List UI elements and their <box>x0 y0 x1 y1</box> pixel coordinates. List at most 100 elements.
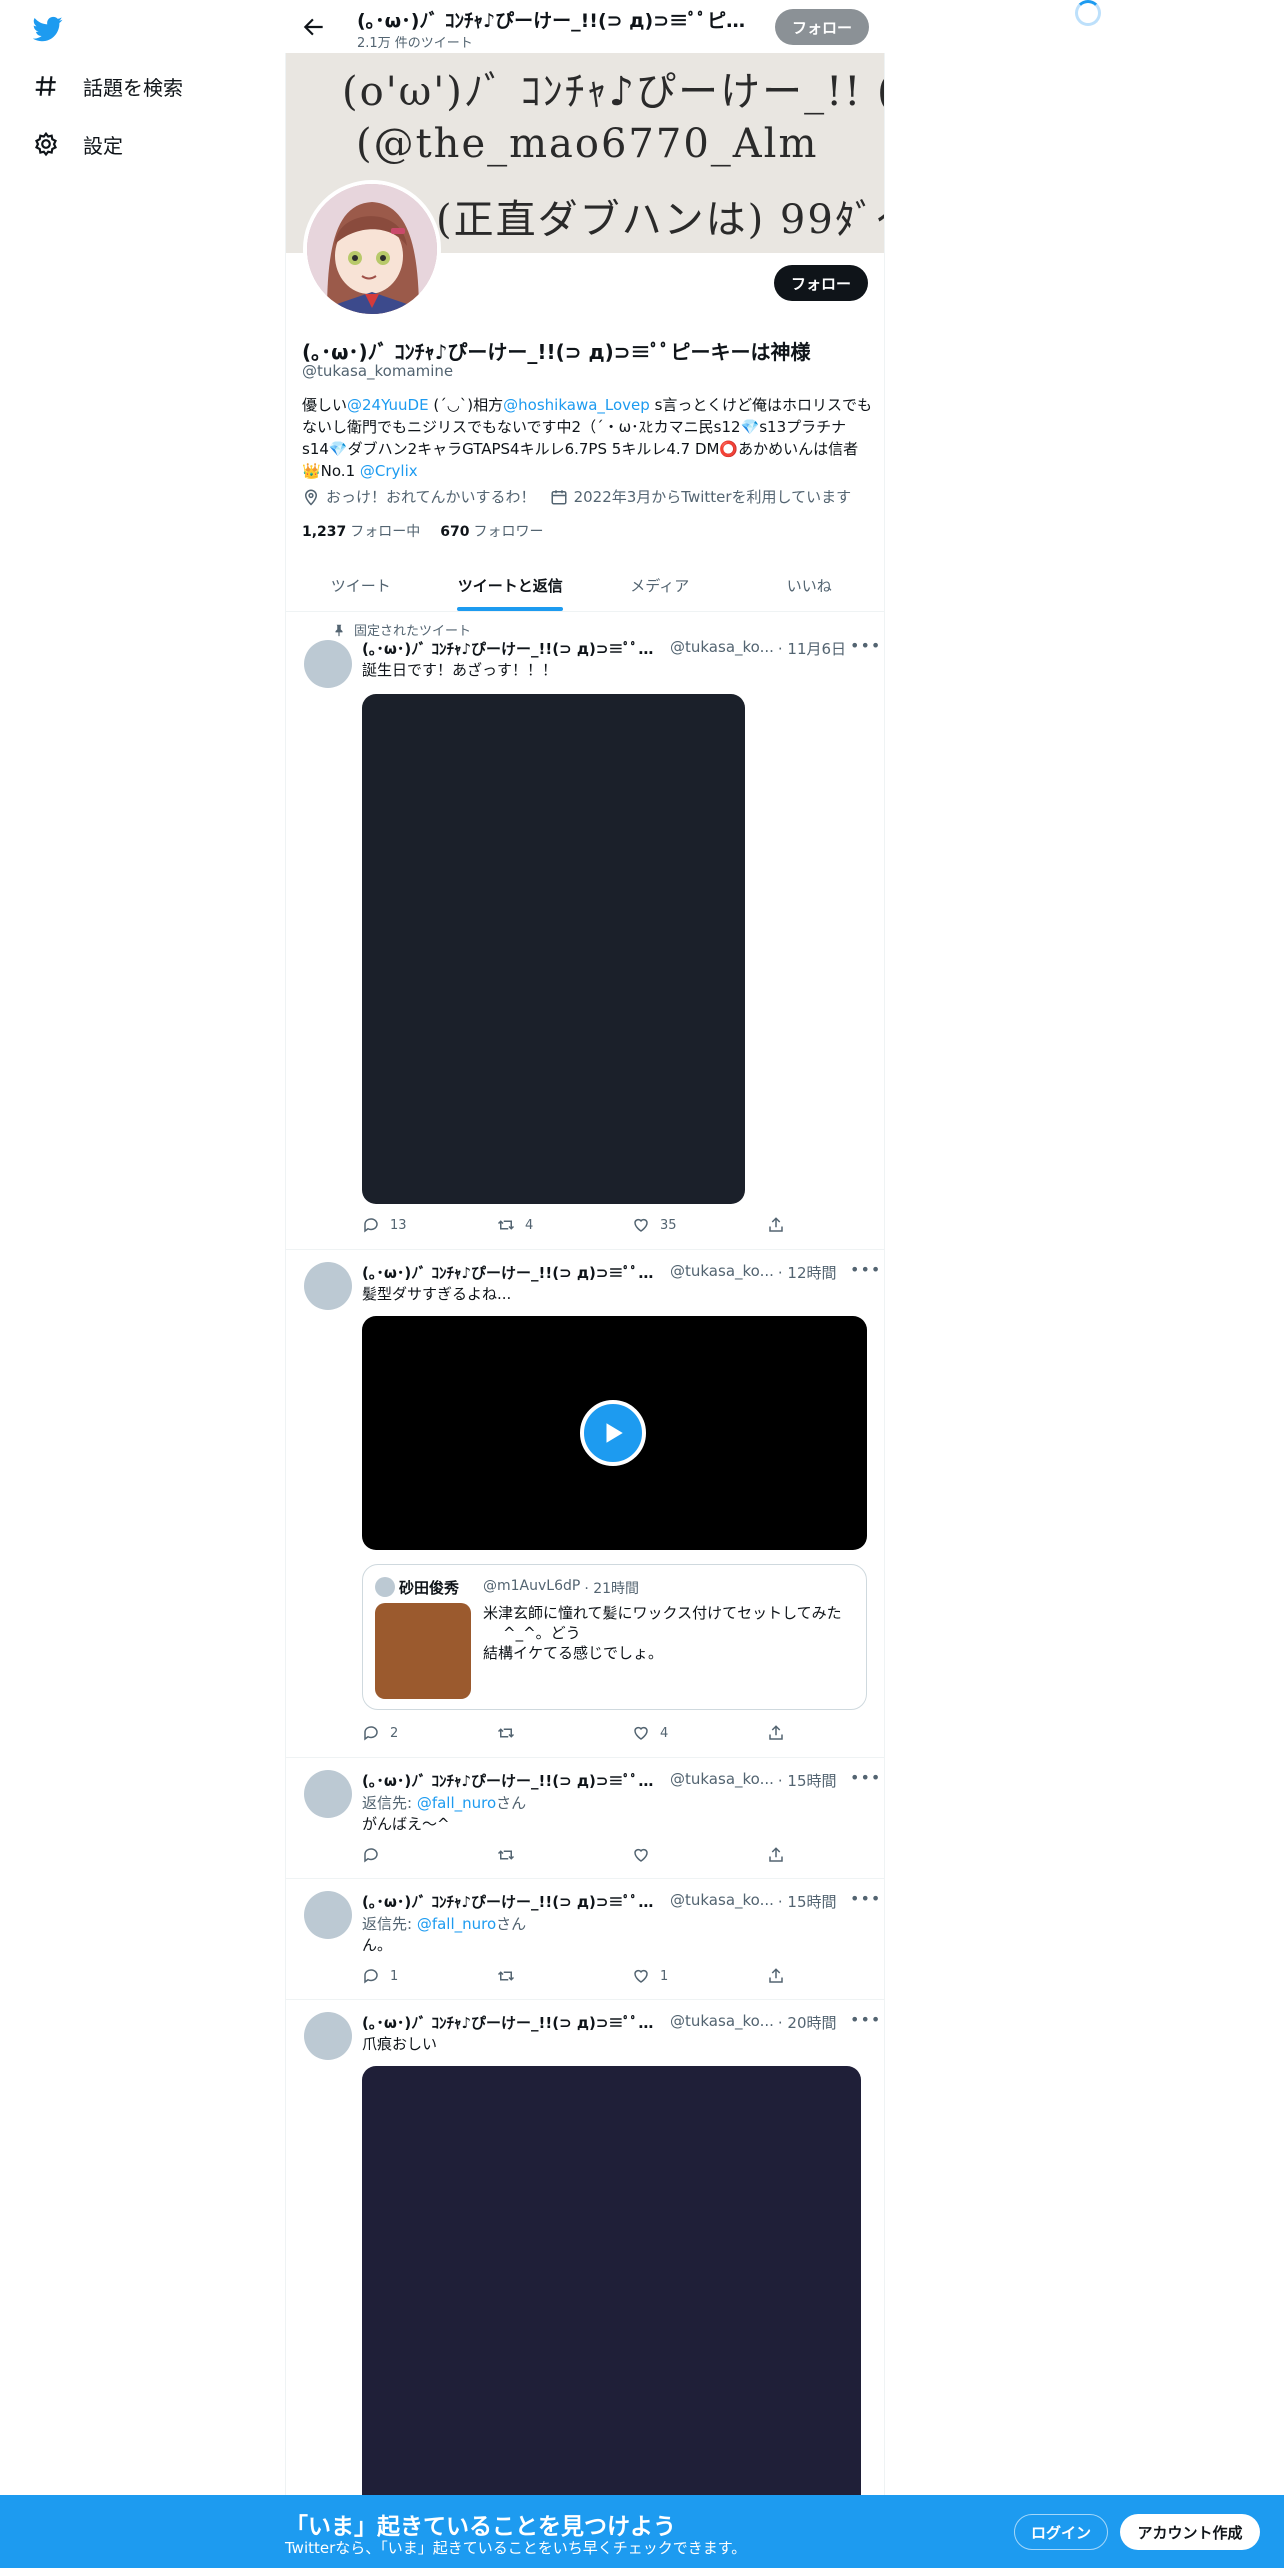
tweet-item[interactable]: (｡･ω･)ﾉﾞ ｺﾝﾁｬ♪ぴーけー_!!(⊃ д)⊃≡ﾟﾟピ... @tuka… <box>286 2000 884 2568</box>
sidebar-item-settings[interactable]: 設定 <box>33 124 123 164</box>
play-button[interactable] <box>580 1400 646 1466</box>
profile-joined: 2022年3月からTwitterを利用しています <box>550 486 851 507</box>
followers-label: フォロワー <box>473 524 544 540</box>
tweet-header: (｡･ω･)ﾉﾞ ｺﾝﾁｬ♪ぴーけー_!!(⊃ д)⊃≡ﾟﾟピ... @tuka… <box>362 1770 862 1791</box>
header-follow-button[interactable]: フォロー <box>775 9 869 45</box>
tweet-time[interactable]: · 15時間 <box>778 1891 837 1912</box>
tab-tweets[interactable]: ツイート <box>286 560 436 611</box>
play-icon <box>606 1423 623 1443</box>
retweet-icon <box>497 1971 515 1981</box>
tweet-author-handle[interactable]: @tukasa_ko... <box>670 1770 774 1791</box>
header-tweet-count: 2.1万 件のツイート <box>357 36 473 51</box>
tweet-avatar[interactable] <box>304 1262 352 1310</box>
tweet-author-handle[interactable]: @tukasa_ko... <box>670 2012 774 2033</box>
quote-avatar <box>375 1577 395 1597</box>
tweet-avatar[interactable] <box>304 1770 352 1818</box>
profile-stats: 1,237 フォロー中 670 フォロワー <box>302 521 544 541</box>
follow-button[interactable]: フォロー <box>774 265 868 301</box>
tweet-author-name[interactable]: (｡･ω･)ﾉﾞ ｺﾝﾁｬ♪ぴーけー_!!(⊃ д)⊃≡ﾟﾟピ... <box>362 1770 662 1791</box>
tweet-time[interactable]: · 20時間 <box>778 2012 837 2033</box>
bio-mention-link[interactable]: @24YuuDE <box>347 396 429 414</box>
reply-button[interactable]: 1 <box>362 1967 457 1985</box>
reply-suffix: さん <box>496 1915 527 1933</box>
tweet-author-name[interactable]: (｡･ω･)ﾉﾞ ｺﾝﾁｬ♪ぴーけー_!!(⊃ д)⊃≡ﾟﾟピ... <box>362 638 662 659</box>
more-options-icon[interactable]: ••• <box>850 636 880 655</box>
tweet-avatar[interactable] <box>304 640 352 688</box>
back-arrow-icon[interactable] <box>301 14 327 40</box>
banner-text-line: (正直ダブハンは) 99ﾀﾞｲﾛ ( <box>436 197 884 243</box>
followers-link[interactable]: 670 フォロワー <box>440 521 543 541</box>
retweet-button[interactable]: 4 <box>497 1216 592 1234</box>
like-button[interactable]: 1 <box>632 1967 727 1985</box>
following-link[interactable]: 1,237 フォロー中 <box>302 521 420 541</box>
retweet-button[interactable] <box>497 1724 592 1742</box>
reply-count: 13 <box>390 1217 407 1233</box>
quoted-tweet[interactable]: 砂田俊秀 @m1AuvL6dP · 21時間 米津玄師に憧れて髪にワックス付けて… <box>362 1564 867 1710</box>
reply-button[interactable]: 2 <box>362 1724 457 1742</box>
tab-likes[interactable]: いいね <box>735 560 885 611</box>
tweet-avatar[interactable] <box>304 1891 352 1939</box>
sidebar-item-explore[interactable]: 話題を検索 <box>33 66 183 106</box>
tab-media[interactable]: メディア <box>585 560 735 611</box>
tweet-time[interactable]: · 15時間 <box>778 1770 837 1791</box>
tweet-author-name[interactable]: (｡･ω･)ﾉﾞ ｺﾝﾁｬ♪ぴーけー_!!(⊃ д)⊃≡ﾟﾟピ... <box>362 1262 662 1283</box>
reply-to-link[interactable]: @fall_nuro <box>417 1915 496 1933</box>
bio-mention-link[interactable]: @Crylix <box>360 462 418 480</box>
tweet-avatar[interactable] <box>304 2012 352 2060</box>
twitter-bird-icon[interactable] <box>33 14 63 44</box>
like-button[interactable] <box>632 1846 727 1864</box>
reply-button[interactable]: 13 <box>362 1216 457 1234</box>
reply-context: 返信先: @fall_nuroさん <box>362 1913 526 1934</box>
sidebar-item-label: 設定 <box>83 133 123 158</box>
like-count: 1 <box>660 1968 669 1984</box>
login-button[interactable]: ログイン <box>1014 2514 1108 2550</box>
reply-prefix: 返信先: <box>362 1915 417 1933</box>
like-button[interactable]: 4 <box>632 1724 727 1742</box>
reply-count: 2 <box>390 1725 399 1741</box>
more-options-icon[interactable]: ••• <box>850 1260 880 1279</box>
like-button[interactable]: 35 <box>632 1216 727 1234</box>
tweet-author-handle[interactable]: @tukasa_ko... <box>670 1262 774 1283</box>
tweet-item[interactable]: 固定されたツイート (｡･ω･)ﾉﾞ ｺﾝﾁｬ♪ぴーけー_!!(⊃ д)⊃≡ﾟﾟ… <box>286 612 884 1250</box>
reply-to-link[interactable]: @fall_nuro <box>417 1794 496 1812</box>
tweet-header: (｡･ω･)ﾉﾞ ｺﾝﾁｬ♪ぴーけー_!!(⊃ д)⊃≡ﾟﾟピ... @tuka… <box>362 1262 862 1283</box>
quote-author-handle: @m1AuvL6dP <box>483 1578 581 1594</box>
more-options-icon[interactable]: ••• <box>850 2010 880 2029</box>
retweet-button[interactable] <box>497 1846 592 1864</box>
profile-header-bar: (｡･ω･)ﾉﾞ ｺﾝﾁｬ♪ぴーけー_!!(⊃ д)⊃≡ﾟﾟピーキーは神様 2.… <box>285 0 885 53</box>
reply-context: 返信先: @fall_nuroさん <box>362 1792 526 1813</box>
tweet-item[interactable]: (｡･ω･)ﾉﾞ ｺﾝﾁｬ♪ぴーけー_!!(⊃ д)⊃≡ﾟﾟピ... @tuka… <box>286 1879 884 2000</box>
retweet-count: 4 <box>525 1217 534 1233</box>
tweet-author-name[interactable]: (｡･ω･)ﾉﾞ ｺﾝﾁｬ♪ぴーけー_!!(⊃ д)⊃≡ﾟﾟピ... <box>362 2012 662 2033</box>
retweet-icon <box>497 1850 515 1860</box>
tab-tweets-and-replies[interactable]: ツイートと返信 <box>436 560 586 611</box>
profile-avatar[interactable] <box>303 180 441 318</box>
signup-button[interactable]: アカウント作成 <box>1120 2514 1260 2550</box>
tweet-author-name[interactable]: (｡･ω･)ﾉﾞ ｺﾝﾁｬ♪ぴーけー_!!(⊃ д)⊃≡ﾟﾟピ... <box>362 1891 662 1912</box>
reply-button[interactable] <box>362 1846 457 1864</box>
share-button[interactable] <box>767 1216 787 1234</box>
more-options-icon[interactable]: ••• <box>850 1768 880 1787</box>
share-button[interactable] <box>767 1846 787 1864</box>
tweet-author-handle[interactable]: @tukasa_ko... <box>670 1891 774 1912</box>
more-options-icon[interactable]: ••• <box>850 1889 880 1908</box>
tweet-time[interactable]: · 11月6日 <box>778 638 846 659</box>
bio-mention-link[interactable]: @hoshikawa_Lovep <box>503 396 650 414</box>
retweet-button[interactable] <box>497 1967 592 1985</box>
tweet-media-image[interactable] <box>362 694 745 1204</box>
tweet-time[interactable]: · 12時間 <box>778 1262 837 1283</box>
share-button[interactable] <box>767 1967 787 1985</box>
tweet-item[interactable]: (｡･ω･)ﾉﾞ ｺﾝﾁｬ♪ぴーけー_!!(⊃ д)⊃≡ﾟﾟピ... @tuka… <box>286 1250 884 1758</box>
tweet-item[interactable]: (｡･ω･)ﾉﾞ ｺﾝﾁｬ♪ぴーけー_!!(⊃ д)⊃≡ﾟﾟピ... @tuka… <box>286 1758 884 1879</box>
banner-text-line: (@the_mao6770_Alm <box>356 121 819 167</box>
tweet-text: 誕生日です！あざっす！！！ <box>362 661 558 679</box>
share-icon <box>769 1217 783 1232</box>
tweet-video[interactable] <box>362 1316 867 1550</box>
reply-prefix: 返信先: <box>362 1794 417 1812</box>
tweet-media-image[interactable] <box>362 2066 861 2566</box>
quote-text: 米津玄師に憧れて髪にワックス付けてセットしてみた ^_^。どう 結構イケてる感じ… <box>483 1603 853 1663</box>
reply-icon <box>364 1848 378 1863</box>
tweet-author-handle[interactable]: @tukasa_ko... <box>670 638 774 659</box>
pinned-text: 固定されたツイート <box>354 624 472 639</box>
share-button[interactable] <box>767 1724 787 1742</box>
